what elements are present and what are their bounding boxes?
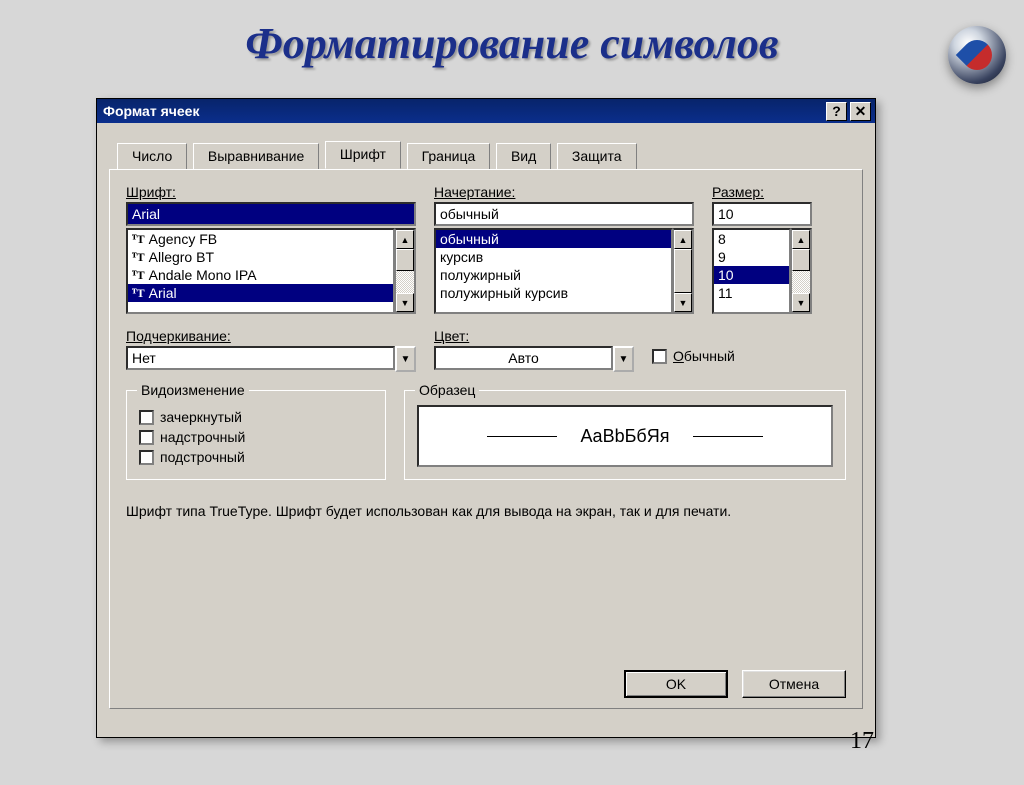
sample-preview: AaBbБбЯя: [417, 405, 833, 467]
tab-strip: Число Выравнивание Шрифт Граница Вид Защ…: [117, 141, 863, 169]
normal-checkbox[interactable]: ООбычныйбычный: [652, 348, 735, 364]
style-item[interactable]: полужирный курсив: [436, 284, 671, 302]
underline-value[interactable]: Нет: [126, 346, 395, 370]
size-listbox[interactable]: 8 9 10 11: [712, 228, 791, 314]
size-item[interactable]: 8: [714, 230, 789, 248]
sample-text: AaBbБбЯя: [581, 426, 670, 447]
style-item[interactable]: курсив: [436, 248, 671, 266]
font-item[interactable]: ᵀTAndale Mono IPA: [128, 266, 393, 284]
superscript-checkbox[interactable]: надстрочный: [139, 429, 373, 445]
scroll-up-icon[interactable]: ▲: [792, 230, 810, 249]
font-input[interactable]: Arial: [126, 202, 416, 226]
subscript-checkbox[interactable]: подстрочный: [139, 449, 373, 465]
tab-number[interactable]: Число: [117, 143, 187, 169]
dropdown-icon[interactable]: ▼: [613, 346, 634, 372]
scroll-up-icon[interactable]: ▲: [674, 230, 692, 249]
normal-checkbox-label: ООбычныйбычный: [673, 348, 735, 364]
scroll-down-icon[interactable]: ▼: [674, 293, 692, 312]
scroll-down-icon[interactable]: ▼: [792, 293, 810, 312]
style-scrollbar[interactable]: ▲ ▼: [673, 228, 694, 314]
tab-font[interactable]: Шрифт: [325, 141, 401, 169]
help-button[interactable]: ?: [826, 102, 847, 121]
tab-panel-font: Шрифт: Arial ᵀTAgency FB ᵀTAllegro BT ᵀT…: [109, 169, 863, 709]
dropdown-icon[interactable]: ▼: [395, 346, 416, 372]
color-combo[interactable]: Авто ▼: [434, 346, 634, 372]
size-input[interactable]: 10: [712, 202, 812, 226]
effects-legend: Видоизменение: [137, 382, 249, 398]
font-item[interactable]: ᵀTAllegro BT: [128, 248, 393, 266]
checkbox-icon: [139, 410, 154, 425]
font-item[interactable]: ᵀTArial: [128, 284, 393, 302]
size-label: Размер:: [712, 184, 812, 200]
checkbox-icon: [139, 450, 154, 465]
sample-group: Образец AaBbБбЯя: [404, 390, 846, 480]
font-scrollbar[interactable]: ▲ ▼: [395, 228, 416, 314]
page-number: 17: [850, 728, 874, 755]
style-item[interactable]: полужирный: [436, 266, 671, 284]
style-item[interactable]: обычный: [436, 230, 671, 248]
font-listbox[interactable]: ᵀTAgency FB ᵀTAllegro BT ᵀTAndale Mono I…: [126, 228, 395, 314]
truetype-icon: ᵀT: [132, 250, 145, 265]
style-label: Начертание:: [434, 184, 694, 200]
truetype-icon: ᵀT: [132, 232, 145, 247]
ok-button[interactable]: OK: [624, 670, 728, 698]
truetype-icon: ᵀT: [132, 268, 145, 283]
checkbox-icon: [652, 349, 667, 364]
font-item[interactable]: ᵀTAgency FB: [128, 230, 393, 248]
sample-underline-left: [487, 436, 557, 437]
cancel-button[interactable]: Отмена: [742, 670, 846, 698]
truetype-icon: ᵀT: [132, 286, 145, 301]
logo-icon: [948, 26, 1006, 84]
tab-border[interactable]: Граница: [407, 143, 491, 169]
effects-group: Видоизменение зачеркнутый надстрочный по…: [126, 390, 386, 480]
underline-label: Подчеркивание:: [126, 328, 416, 344]
size-item[interactable]: 10: [714, 266, 789, 284]
sample-underline-right: [693, 436, 763, 437]
tab-view[interactable]: Вид: [496, 143, 551, 169]
dialog-titlebar: Формат ячеек ? ✕: [97, 99, 875, 123]
style-listbox[interactable]: обычный курсив полужирный полужирный кур…: [434, 228, 673, 314]
close-button[interactable]: ✕: [850, 102, 871, 121]
scroll-up-icon[interactable]: ▲: [396, 230, 414, 249]
strikethrough-checkbox[interactable]: зачеркнутый: [139, 409, 373, 425]
size-item[interactable]: 11: [714, 284, 789, 302]
font-label: Шрифт:: [126, 184, 416, 200]
underline-combo[interactable]: Нет ▼: [126, 346, 416, 372]
tab-alignment[interactable]: Выравнивание: [193, 143, 319, 169]
scroll-down-icon[interactable]: ▼: [396, 293, 414, 312]
truetype-hint: Шрифт типа TrueType. Шрифт будет использ…: [126, 502, 846, 521]
checkbox-icon: [139, 430, 154, 445]
sample-legend: Образец: [415, 382, 479, 398]
size-item[interactable]: 9: [714, 248, 789, 266]
slide-title: Форматирование символов: [0, 18, 1024, 69]
dialog-title: Формат ячеек: [103, 103, 199, 119]
style-input[interactable]: обычный: [434, 202, 694, 226]
color-label: Цвет:: [434, 328, 634, 344]
size-scrollbar[interactable]: ▲ ▼: [791, 228, 812, 314]
tab-protection[interactable]: Защита: [557, 143, 637, 169]
format-cells-dialog: Формат ячеек ? ✕ Число Выравнивание Шриф…: [96, 98, 876, 738]
color-value[interactable]: Авто: [434, 346, 613, 370]
